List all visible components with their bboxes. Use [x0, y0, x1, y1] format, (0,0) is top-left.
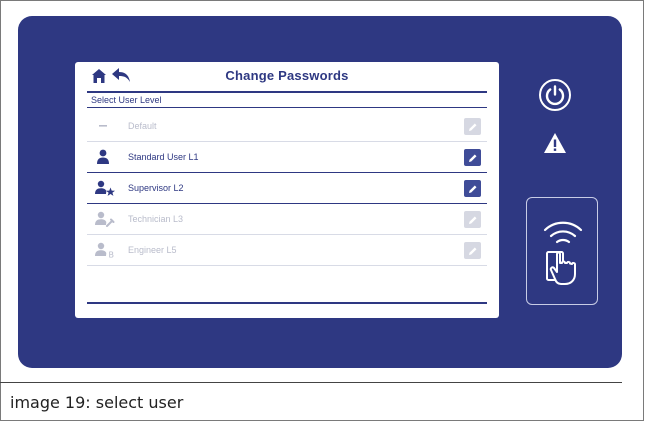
top-bar: Change Passwords — [87, 62, 487, 90]
warning-icon[interactable] — [543, 132, 567, 154]
edit-button-engineer — [464, 242, 481, 259]
user-star-icon — [95, 180, 115, 196]
power-icon[interactable] — [538, 78, 572, 112]
pencil-icon — [468, 154, 476, 162]
screen-title: Change Passwords — [225, 68, 349, 83]
section-divider — [87, 107, 487, 108]
caption-divider — [0, 382, 622, 383]
touch-screen: Change Passwords Select User Level Defau… — [75, 62, 499, 318]
edit-button-supervisor[interactable] — [464, 180, 481, 197]
user-level-label: Standard User L1 — [128, 152, 199, 162]
user-b-icon: B — [95, 242, 115, 259]
user-level-label: Technician L3 — [128, 214, 184, 224]
pencil-icon — [468, 185, 476, 193]
user-level-row-default: Default — [87, 111, 487, 142]
section-label: Select User Level — [91, 95, 162, 105]
title-divider — [87, 91, 487, 93]
edit-button-default — [464, 118, 481, 135]
user-level-label: Supervisor L2 — [128, 183, 184, 193]
pencil-icon — [468, 216, 476, 224]
figure-caption: image 19: select user — [10, 393, 184, 412]
list-bottom-divider — [87, 302, 487, 304]
user-level-list: Default Standard User L1 Supervisor L2 T… — [87, 111, 487, 266]
pencil-icon — [468, 247, 476, 255]
user-level-label: Engineer L5 — [128, 245, 177, 255]
user-level-row-technician: Technician L3 — [87, 204, 487, 235]
user-level-row-supervisor[interactable]: Supervisor L2 — [87, 173, 487, 204]
user-icon — [97, 149, 109, 164]
user-level-label: Default — [128, 121, 157, 131]
svg-text:B: B — [109, 251, 115, 259]
edit-button-standard-user[interactable] — [464, 149, 481, 166]
dash-icon — [99, 125, 107, 127]
user-level-row-engineer: B Engineer L5 — [87, 235, 487, 266]
nfc-reader[interactable] — [526, 197, 598, 305]
user-level-row-standard-user[interactable]: Standard User L1 — [87, 142, 487, 173]
nfc-card-icon — [543, 221, 583, 285]
user-wrench-icon — [95, 211, 115, 227]
pencil-icon — [468, 123, 476, 131]
edit-button-technician — [464, 211, 481, 228]
